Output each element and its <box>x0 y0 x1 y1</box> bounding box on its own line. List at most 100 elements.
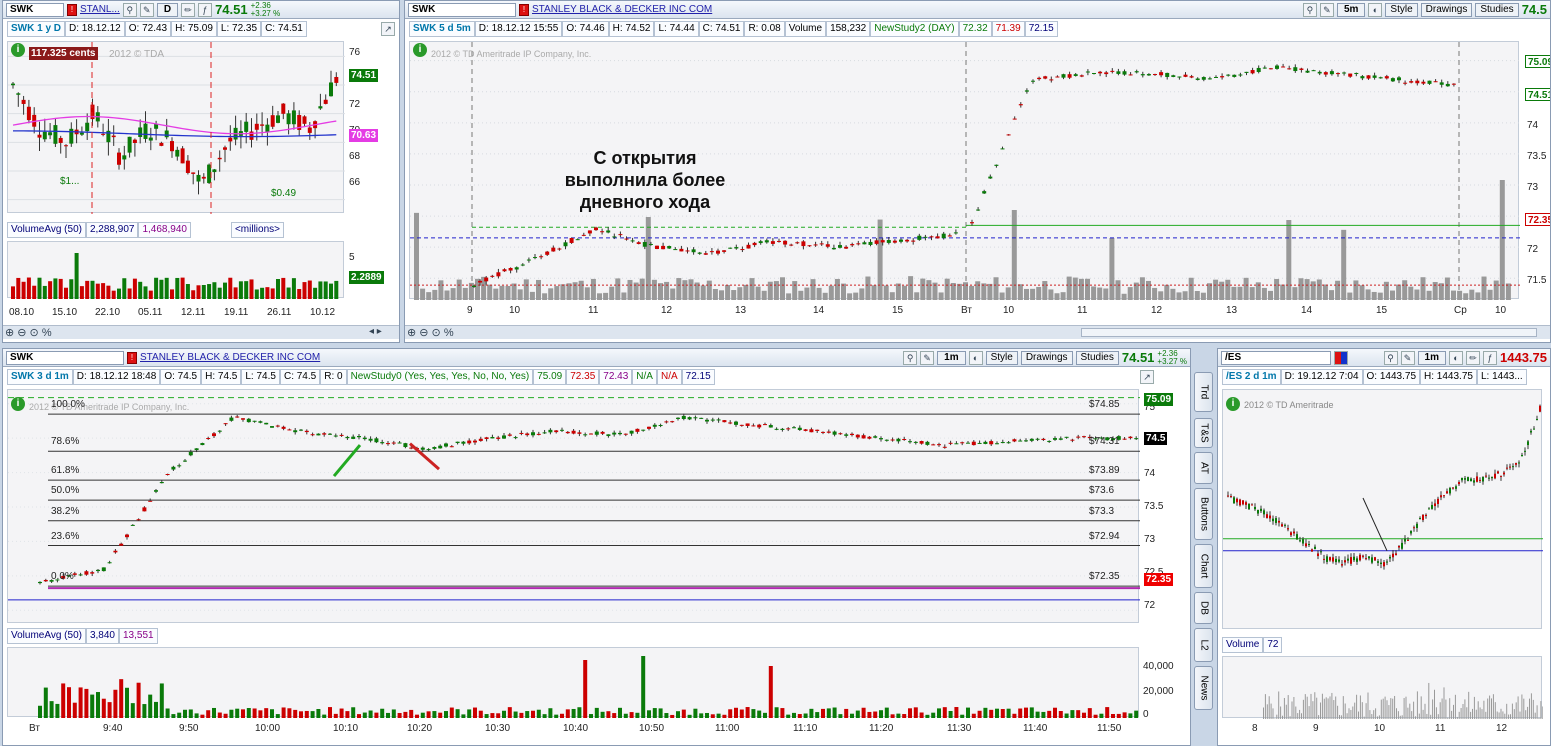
study-value-1: 75.09 <box>533 369 567 385</box>
style-icon[interactable]: ◐ <box>1368 2 1383 17</box>
color-grid-icon[interactable] <box>1334 350 1348 365</box>
company-link[interactable]: STANLEY BLACK & DECKER INC COM <box>140 352 320 363</box>
time-axis-tick: 9 <box>1313 723 1319 734</box>
volume-axis-tick: 5 <box>349 252 355 263</box>
volume-plot[interactable] <box>7 241 344 299</box>
price-candle-1m <box>403 443 408 448</box>
time-axis-tick: 11:00 <box>715 723 740 734</box>
price-candle-5m <box>514 267 519 270</box>
volume-bar <box>664 713 669 718</box>
volume-bar <box>1371 714 1373 719</box>
price-candle-1m <box>316 433 321 436</box>
style-button[interactable]: Style <box>1385 2 1418 17</box>
side-tab-trd[interactable]: Trd <box>1194 372 1213 412</box>
company-link[interactable]: STANL... <box>80 4 120 15</box>
drawings-button[interactable]: Drawings <box>1420 2 1473 17</box>
futures-candle <box>1401 542 1403 549</box>
style-icon[interactable]: ◐ <box>1449 350 1463 365</box>
zoom-icons[interactable]: ⊕ ⊖ ⊙ % <box>5 326 52 339</box>
daily-candle <box>265 124 270 132</box>
side-tab-l2[interactable]: L2 <box>1194 628 1213 662</box>
period-button[interactable]: 5m <box>1336 2 1366 17</box>
daily-candle <box>170 141 174 152</box>
volume-bar <box>1335 280 1341 300</box>
scroll-arrows[interactable]: ◂ ▸ <box>369 326 382 337</box>
volume-bar <box>1416 691 1418 719</box>
link-icon[interactable]: ⚲ <box>903 350 918 365</box>
period-button[interactable]: 1m <box>937 350 966 365</box>
pencil-icon[interactable]: ✏ <box>1466 350 1480 365</box>
side-tab-at[interactable]: AT <box>1194 452 1213 484</box>
zoom-icons[interactable]: ⊕ ⊖ ⊙ % <box>407 326 454 339</box>
volume-bar <box>975 281 981 300</box>
wrench-icon[interactable]: ✎ <box>139 2 154 17</box>
info-icon[interactable]: i <box>413 43 427 57</box>
scroll-thumb[interactable] <box>1081 328 1537 337</box>
symbol-field[interactable]: SWK <box>6 350 124 365</box>
studies-button[interactable]: Studies <box>1475 2 1519 17</box>
symbol-field[interactable]: /ES <box>1221 350 1331 365</box>
horizontal-scrollbar[interactable]: ⊕ ⊖ ⊙ % <box>405 325 1550 339</box>
wrench-icon[interactable]: ✎ <box>920 350 935 365</box>
side-tab-chart[interactable]: Chart <box>1194 544 1213 588</box>
price-candle-1m <box>177 465 182 467</box>
daily-candle <box>217 157 222 160</box>
alert-flag-icon[interactable]: ! <box>519 3 529 16</box>
volume-bar <box>1292 287 1298 300</box>
time-axis-tick: 11:10 <box>793 723 818 734</box>
price-candle-1m <box>1018 440 1023 442</box>
chart-settings-icon[interactable]: ↗ <box>1140 370 1154 384</box>
info-icon[interactable]: i <box>1226 397 1240 411</box>
volume-avg-value: 2,288,907 <box>85 222 139 238</box>
drawings-button[interactable]: Drawings <box>1020 350 1073 365</box>
futures-candle <box>1236 498 1238 503</box>
volume-plot[interactable] <box>7 647 1139 718</box>
volume-bar <box>1285 704 1287 719</box>
style-button[interactable]: Style <box>985 350 1018 365</box>
link-icon[interactable]: ⚲ <box>1302 2 1317 17</box>
volume-bar <box>1356 694 1358 719</box>
price-candle-5m <box>1171 75 1176 77</box>
alert-flag-icon[interactable]: ! <box>67 3 77 16</box>
volume-plot[interactable] <box>1222 656 1548 719</box>
price-candle-1m <box>763 424 767 426</box>
link-icon[interactable]: ⚲ <box>122 2 137 17</box>
horizontal-scrollbar[interactable]: ⊕ ⊖ ⊙ % ◂ ▸ <box>3 325 399 339</box>
price-candle-5m <box>1165 72 1170 77</box>
symbol-field[interactable]: SWK <box>6 2 64 17</box>
period-button[interactable]: D <box>156 2 179 17</box>
side-tab-news[interactable]: News <box>1194 666 1213 710</box>
info-icon[interactable]: i <box>11 397 25 411</box>
volume-bar <box>925 714 930 718</box>
price-axis-tick: 66 <box>349 177 361 188</box>
volume-bar <box>606 711 611 718</box>
chart-settings-icon[interactable]: ↗ <box>381 22 395 36</box>
volume-bar <box>942 707 947 718</box>
symbol-field[interactable]: SWK <box>408 2 516 17</box>
side-tab-buttons[interactable]: Buttons <box>1194 488 1213 540</box>
link-icon[interactable]: ⚲ <box>1383 350 1398 365</box>
period-button[interactable]: 1m <box>1417 350 1446 365</box>
volume-bar <box>525 711 530 718</box>
style-icon[interactable]: ◐ <box>968 350 983 365</box>
side-tab-ts[interactable]: T&S <box>1194 418 1213 448</box>
price-candle-1m <box>130 524 135 526</box>
price-plot[interactable] <box>7 389 1140 623</box>
studies-icon[interactable]: ƒ <box>1483 350 1497 365</box>
alert-flag-icon[interactable]: ! <box>127 351 137 364</box>
info-icon[interactable]: i <box>11 43 25 57</box>
volume-axis-tick: 0 <box>1143 709 1149 720</box>
price-candle-1m <box>43 579 48 582</box>
wrench-icon[interactable]: ✎ <box>1319 2 1334 17</box>
pencil-icon[interactable]: ✏ <box>181 2 196 17</box>
wrench-icon[interactable]: ✎ <box>1400 350 1415 365</box>
volume-bar <box>1298 278 1304 300</box>
studies-button[interactable]: Studies <box>1075 350 1119 365</box>
volume-bar <box>627 279 633 300</box>
side-tab-db[interactable]: DB <box>1194 592 1213 624</box>
volume-bar <box>1291 701 1293 719</box>
studies-icon[interactable]: ƒ <box>198 2 213 17</box>
price-plot[interactable] <box>1222 389 1543 629</box>
company-link[interactable]: STANLEY BLACK & DECKER INC COM <box>532 4 712 15</box>
price-candle-1m <box>1000 442 1005 444</box>
